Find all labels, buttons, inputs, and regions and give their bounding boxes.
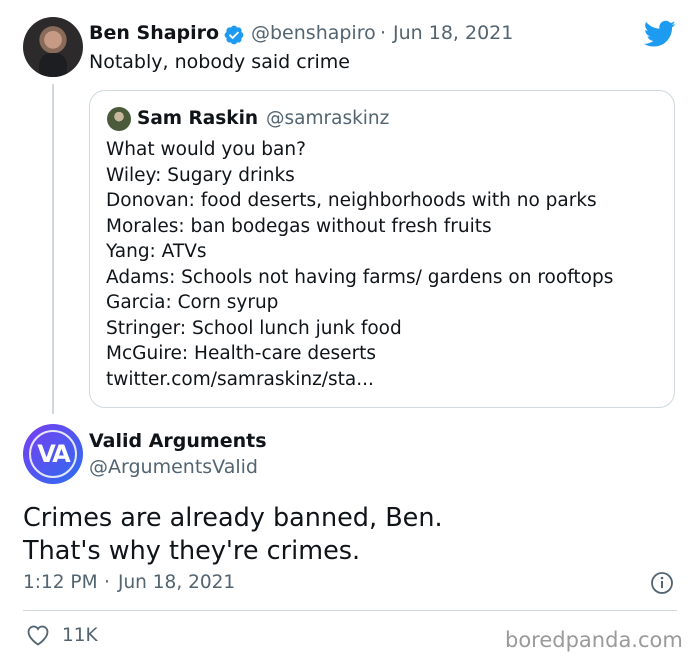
meta-separator: · [104,572,110,593]
quoted-line: Morales: ban bodegas without fresh fruit… [106,215,492,237]
meta-separator: · [380,22,387,44]
quoted-author-handle[interactable]: @samraskinz [266,108,389,129]
watermark: boredpanda.com [505,628,683,652]
thread-connector-line [52,84,54,414]
heart-icon[interactable] [26,624,50,646]
info-icon[interactable] [650,571,674,595]
divider [23,610,677,611]
quoted-avatar[interactable] [107,107,131,131]
reply-time[interactable]: 1:12 PM [23,572,98,593]
reply-date[interactable]: Jun 18, 2021 [118,572,235,593]
avatar[interactable] [23,17,83,77]
logo-text: VA [37,440,71,468]
quoted-line: Stringer: School lunch junk food [106,317,402,339]
verified-badge-icon [224,25,244,45]
quoted-line: McGuire: Health-care deserts [106,343,377,364]
quoted-line: Garcia: Corn syrup [106,292,279,313]
quoted-line: Yang: ATVs [106,241,207,262]
twitter-bird-icon[interactable] [644,20,676,48]
reply-author-handle[interactable]: @ArgumentsValid [89,456,258,478]
quoted-line: Donovan: food deserts, neighborhoods wit… [106,190,597,211]
quoted-tweet-text: What would you ban? Wiley: Sugary drinks… [106,137,613,392]
quoted-link[interactable]: twitter.com/samraskinz/sta... [106,367,613,393]
reply-text-line-1: Crimes are already banned, Ben. [23,503,443,533]
quoted-line: Adams: Schools not having farms/ gardens… [106,266,614,288]
author-name[interactable]: Ben Shapiro [89,22,219,44]
tweet-date[interactable]: Jun 18, 2021 [393,22,513,44]
reply-author-name[interactable]: Valid Arguments [89,430,267,452]
author-handle[interactable]: @benshapiro [251,22,376,44]
quoted-author-name[interactable]: Sam Raskin [137,108,258,129]
quoted-line: Wiley: Sugary drinks [106,164,295,186]
valid-arguments-logo[interactable]: VA [23,424,83,484]
like-count[interactable]: 11K [62,625,98,646]
quoted-line: What would you ban? [106,139,306,160]
tweet-text: Notably, nobody said crime [89,51,350,73]
reply-text-line-2: That's why they're crimes. [23,536,361,566]
